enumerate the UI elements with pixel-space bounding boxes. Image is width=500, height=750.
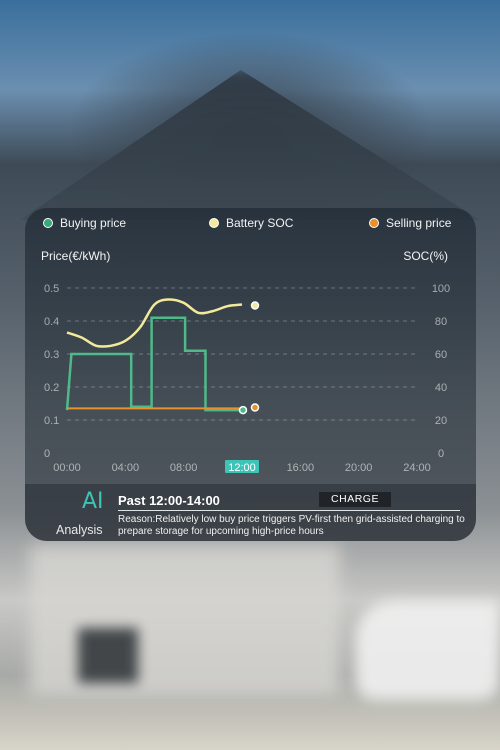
x-tick-label: 16:00 xyxy=(287,462,315,474)
y-left-tick-label: 0.4 xyxy=(44,316,59,328)
background-wall xyxy=(30,545,340,695)
analysis-divider xyxy=(118,510,460,511)
y-right-tick-label: 60 xyxy=(435,349,447,361)
buying-price-line xyxy=(65,316,242,412)
y-right-tick-label: 40 xyxy=(435,382,447,394)
x-tick-label: 04:00 xyxy=(112,462,140,474)
battery-soc-line xyxy=(66,298,243,348)
y-right-tick-label: 20 xyxy=(435,415,447,427)
background-car xyxy=(355,600,500,700)
x-tick-label: 08:00 xyxy=(170,462,198,474)
y-left-tick-label: 0.5 xyxy=(44,283,59,295)
analysis-time-window: Past 12:00-14:00 xyxy=(118,493,220,508)
mode-badge: CHARGE xyxy=(319,492,391,507)
analysis-reason: Reason:Relatively low buy price triggers… xyxy=(118,514,465,537)
buying-price-end-marker xyxy=(238,405,248,415)
price-soc-chart: 0 0.1 0.2 0.3 0.4 0.5 0 20 40 60 80 100 00:00 04:00 08… xyxy=(44,283,450,474)
ai-label: AI xyxy=(82,489,104,514)
y-right-tick-label: 80 xyxy=(435,316,447,328)
x-tick-label: 00:00 xyxy=(53,462,81,474)
y-left-tick-label: 0.3 xyxy=(44,349,59,361)
y-right-tick-label: 0 xyxy=(438,448,444,460)
background-hvac-unit xyxy=(78,628,138,683)
x-tick-label: 24:00 xyxy=(403,462,431,474)
y-left-tick-label: 0 xyxy=(44,448,50,460)
y-right-tick-label: 100 xyxy=(432,283,450,295)
x-tick-label: 20:00 xyxy=(345,462,373,474)
x-tick-label-current: 12:00 xyxy=(228,462,256,474)
ai-analysis-label: Analysis xyxy=(56,523,103,537)
y-left-tick-label: 0.1 xyxy=(44,415,59,427)
y-left-tick-label: 0.2 xyxy=(44,382,59,394)
energy-forecast-card: Buying price Battery SOC Selling price P… xyxy=(25,208,476,541)
selling-price-end-marker xyxy=(250,403,260,412)
background-roof xyxy=(20,70,480,220)
battery-soc-end-marker xyxy=(250,301,260,310)
